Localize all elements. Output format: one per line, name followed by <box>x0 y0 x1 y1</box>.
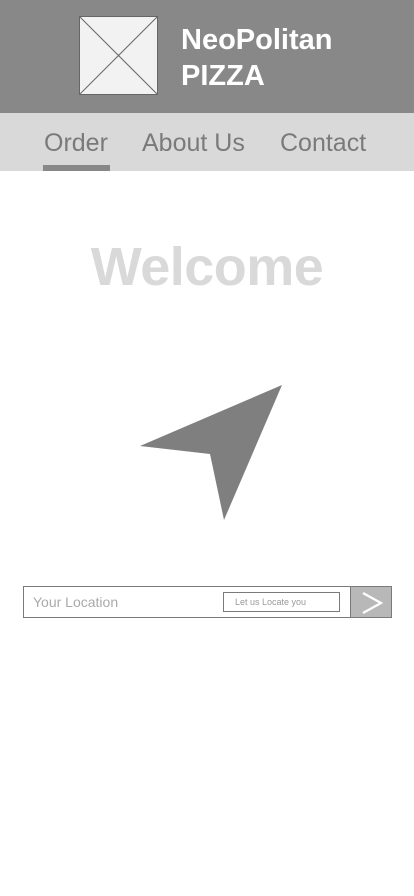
welcome-heading: Welcome <box>90 237 324 297</box>
locate-me-button[interactable]: Let us Locate you <box>223 592 340 612</box>
brand-name-line2: PIZZA <box>181 60 265 92</box>
header: NeoPolitan PIZZA <box>0 0 414 113</box>
submit-location-button[interactable] <box>350 586 392 618</box>
brand-name: NeoPolitan PIZZA <box>181 22 332 94</box>
nav-bar: Order About Us Contact <box>0 113 414 171</box>
tab-about-us[interactable]: About Us <box>142 127 245 171</box>
tab-order[interactable]: Order <box>43 127 110 171</box>
chevron-right-icon <box>362 592 384 614</box>
navigation-arrow-icon <box>140 385 282 520</box>
brand-name-line1: NeoPolitan <box>181 24 333 56</box>
tab-contact[interactable]: Contact <box>280 127 366 171</box>
image-placeholder-icon <box>79 16 158 95</box>
location-bar: Let us Locate you <box>23 586 351 618</box>
location-input[interactable] <box>24 587 214 617</box>
